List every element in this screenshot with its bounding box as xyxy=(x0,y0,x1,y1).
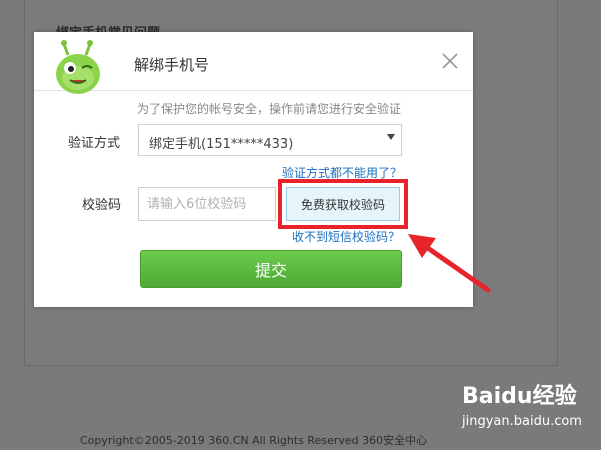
get-code-button[interactable]: 免费获取校验码 xyxy=(286,187,400,221)
red-arrow-annotation xyxy=(408,234,491,293)
code-input[interactable] xyxy=(138,187,276,221)
watermark-logo: Baidu经验 xyxy=(462,384,577,409)
security-hint: 为了保护您的帐号安全，操作前请您进行安全验证 xyxy=(137,102,402,116)
baidu-jingyan-watermark: Baidu经验 jingyan.baidu.com xyxy=(462,378,597,438)
dialog-header: 解绑手机号 xyxy=(34,32,473,94)
mascot-icon xyxy=(56,40,100,94)
verify-method-label: 验证方式 xyxy=(68,136,121,151)
watermark-url: jingyan.baidu.com xyxy=(462,414,582,429)
copyright-text: Copyright©2005-2019 360.CN All Rights Re… xyxy=(80,434,428,447)
verify-method-select[interactable]: 绑定手机(151*****433) xyxy=(138,124,402,156)
close-icon[interactable] xyxy=(439,50,461,72)
code-label: 校验码 xyxy=(82,198,122,213)
submit-button[interactable]: 提交 xyxy=(140,250,402,288)
no-sms-link[interactable]: 收不到短信校验码？ xyxy=(292,228,400,245)
dialog-title: 解绑手机号 xyxy=(134,56,210,74)
verify-method-value: 绑定手机(151*****433) xyxy=(149,137,294,152)
chevron-down-icon xyxy=(387,134,395,140)
